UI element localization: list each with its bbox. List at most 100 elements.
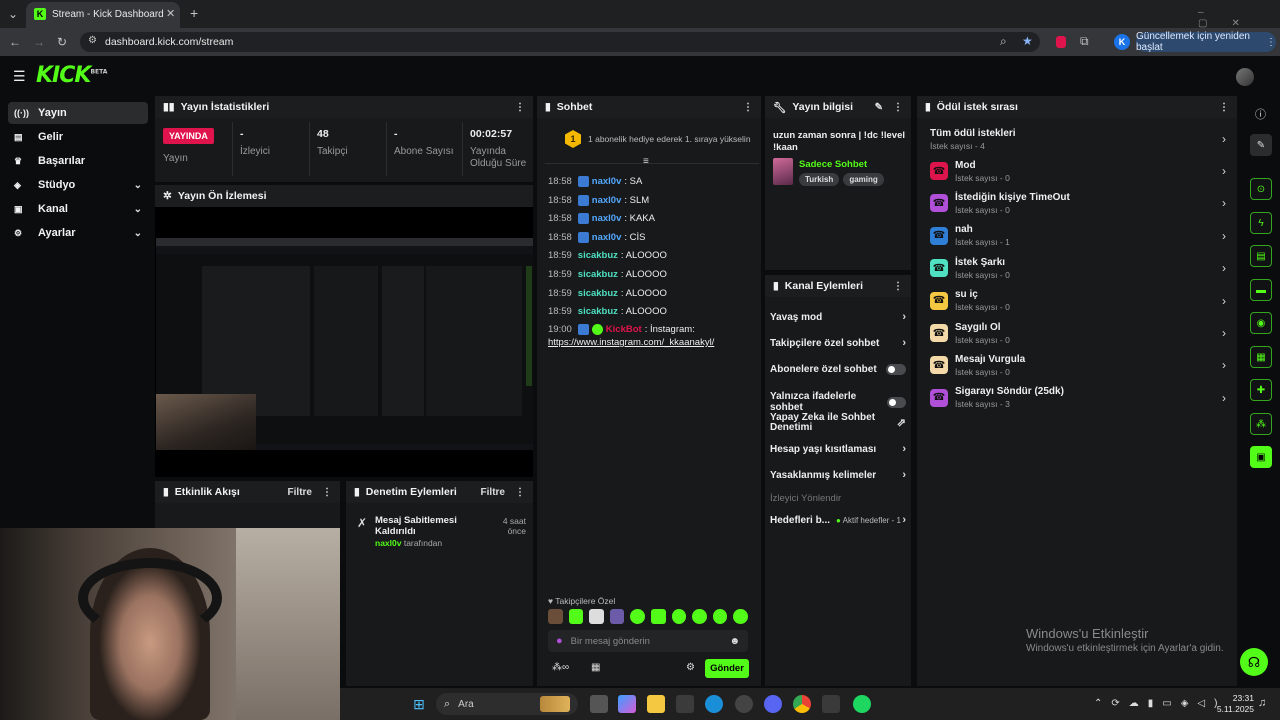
task-view-icon[interactable] xyxy=(590,695,608,713)
more-icon[interactable]: ⋮ xyxy=(515,487,525,498)
all-rewards-row[interactable]: Tüm ödül istekleri İstek sayısı - 4 › xyxy=(930,124,1226,154)
kick-logo[interactable]: KICKBETA xyxy=(36,63,107,88)
channel-action-6[interactable]: Yasaklanmış kelimeler › xyxy=(770,469,906,481)
rail-share-icon[interactable]: ⁂ xyxy=(1250,413,1272,435)
reward-row[interactable]: ☎ İstediğin kişiye TimeOut İstek sayısı - … xyxy=(930,188,1226,218)
channel-action-4[interactable]: Yapay Zeka ile Sohbet Denetimi ⇗ xyxy=(770,413,906,433)
chat-username[interactable]: sicakbuz xyxy=(578,306,618,317)
spotify-icon[interactable] xyxy=(853,695,871,713)
channel-action-3[interactable]: Yalnızca ifadelerle sohbet xyxy=(770,391,906,413)
emote-icon[interactable] xyxy=(548,609,563,624)
zoom-icon[interactable]: ⌕ xyxy=(1000,34,1007,49)
rail-list-icon[interactable]: ▤ xyxy=(1250,245,1272,267)
browser-tab[interactable]: K Stream - Kick Dashboard ✕ xyxy=(26,2,180,28)
taskbar-search[interactable]: ⌕ Ara xyxy=(436,693,578,715)
edit-layout-icon[interactable]: ✎ xyxy=(1250,134,1272,156)
steam-icon[interactable] xyxy=(735,695,753,713)
chat-settings-icon[interactable]: ⚙ xyxy=(686,662,695,673)
reward-row[interactable]: ☎ Sigarayı Söndür (25dk) İstek sayısı - 3 › xyxy=(930,383,1226,413)
info-icon[interactable]: ⓘ xyxy=(1255,106,1266,122)
emoji-icon[interactable]: ☻ xyxy=(729,636,740,647)
moderation-filter-button[interactable]: Filtre xyxy=(481,487,505,498)
emote-icon[interactable] xyxy=(630,609,645,624)
chat-username[interactable]: sicakbuz xyxy=(578,269,618,280)
file-explorer-icon[interactable] xyxy=(647,695,665,713)
chat-username[interactable]: naxl0v xyxy=(592,195,622,206)
more-icon[interactable]: ⋮ xyxy=(743,102,753,113)
rail-chat-icon[interactable]: ▬ xyxy=(1250,279,1272,301)
reward-row[interactable]: ☎ Mesajı Vurgula İstek sayısı - 0 › xyxy=(930,350,1226,380)
new-tab-icon[interactable]: + xyxy=(190,5,198,21)
sidebar-item-0[interactable]: ((·)) Yayın xyxy=(8,102,148,124)
chat-input[interactable]: ● Bir mesaj gönderin ☻ xyxy=(548,630,748,652)
more-icon[interactable]: ⋮ xyxy=(1219,102,1229,113)
rail-game-icon[interactable]: ▣ xyxy=(1250,446,1272,468)
chat-username[interactable]: naxl0v xyxy=(592,213,622,224)
tab-close-icon[interactable]: ✕ xyxy=(166,7,175,20)
hamburger-menu-icon[interactable]: ☰ xyxy=(13,68,26,85)
back-icon[interactable]: ← xyxy=(9,35,21,49)
emote-icon[interactable] xyxy=(650,609,666,624)
rail-broadcast-icon[interactable]: ◉ xyxy=(1250,312,1272,334)
send-button[interactable]: Gönder xyxy=(705,659,749,678)
chat-username[interactable]: naxl0v xyxy=(592,232,622,243)
emote-icon[interactable] xyxy=(712,609,728,624)
channel-action-5[interactable]: Hesap yaşı kısıtlaması › xyxy=(770,443,906,455)
site-info-icon[interactable]: ⚙ xyxy=(88,35,97,46)
chat-link[interactable]: https://www.instagram.com/_kkaanakyl/ xyxy=(548,337,714,348)
reward-row[interactable]: ☎ Mod İstek sayısı - 0 › xyxy=(930,156,1226,186)
emote-icon[interactable] xyxy=(568,609,584,624)
window-controls[interactable]: –▢✕ xyxy=(1198,7,1280,29)
windows-start-icon[interactable]: ⊞ xyxy=(410,695,428,713)
sidebar-item-4[interactable]: ▣ Kanal ⌄ xyxy=(8,198,148,220)
chat-username[interactable]: naxl0v xyxy=(592,176,622,187)
sidebar-item-2[interactable]: ♛ Başarılar xyxy=(8,150,148,172)
tab-list-icon[interactable]: ⌄ xyxy=(8,7,18,21)
help-chat-button[interactable]: ☊ xyxy=(1240,648,1268,676)
pinned-toggle-icon[interactable]: ≡ xyxy=(643,156,649,167)
taskbar-clock[interactable]: 23:31 5.11.2025 xyxy=(1214,693,1254,715)
notifications-icon[interactable]: ♫ xyxy=(1258,697,1266,709)
reward-row[interactable]: ☎ nah İstek sayısı - 1 › xyxy=(930,221,1226,251)
preview-video[interactable] xyxy=(156,238,533,450)
reload-icon[interactable]: ↻ xyxy=(57,35,67,49)
activity-filter-button[interactable]: Filtre xyxy=(288,487,312,498)
discord-icon[interactable] xyxy=(764,695,782,713)
chat-username[interactable]: sicakbuz xyxy=(578,250,618,261)
channel-action-1[interactable]: Takipçilere özel sohbet › xyxy=(770,337,906,349)
reward-row[interactable]: ☎ İstek Şarkı İstek sayısı - 0 › xyxy=(930,253,1226,283)
more-icon[interactable]: ⋮ xyxy=(515,102,525,113)
category-link[interactable]: Sadece Sohbet xyxy=(799,159,867,170)
emote-icon[interactable] xyxy=(589,609,604,624)
chat-username[interactable]: KickBot xyxy=(606,324,642,335)
edit-icon[interactable]: ✎ xyxy=(875,102,883,113)
url-field[interactable]: ⚙ dashboard.kick.com/stream ⌕ ★ xyxy=(80,32,1040,52)
chat-username[interactable]: sicakbuz xyxy=(578,288,618,299)
more-icon[interactable]: ⋮ xyxy=(322,487,332,498)
user-avatar[interactable] xyxy=(1236,68,1254,86)
reward-row[interactable]: ☎ Saygılı Ol İstek sayısı - 0 › xyxy=(930,318,1226,348)
rail-wrench-icon[interactable]: ✚ xyxy=(1250,379,1272,401)
points-icon[interactable]: ⁂∞ xyxy=(552,662,569,673)
profile-avatar[interactable]: K xyxy=(1114,34,1130,50)
store-icon[interactable]: ▦ xyxy=(591,662,600,673)
emote-icon[interactable] xyxy=(692,609,707,624)
rail-lightning-icon[interactable]: ϟ xyxy=(1250,212,1272,234)
update-restart-button[interactable]: Güncellemek için yeniden başlat ⋮ xyxy=(1136,31,1276,53)
reward-row[interactable]: ☎ su iç İstek sayısı - 0 › xyxy=(930,286,1226,316)
extension-icon[interactable] xyxy=(1056,36,1066,48)
copilot-icon[interactable] xyxy=(618,695,636,713)
sidebar-item-3[interactable]: ◈ Stüdyo ⌄ xyxy=(8,174,148,196)
emote-icon[interactable] xyxy=(733,609,748,624)
toggle-switch[interactable] xyxy=(886,396,906,408)
microphone-icon[interactable]: ● xyxy=(556,635,563,647)
edge-icon[interactable] xyxy=(705,695,723,713)
obs-icon[interactable] xyxy=(822,695,840,713)
gift-sub-banner[interactable]: 1 abonelik hediye ederek 1. sıraya yükse… xyxy=(588,134,751,144)
chrome-icon[interactable] xyxy=(793,695,811,713)
system-tray-icons[interactable]: ⌃⟳☁▮▭◈◁) xyxy=(1094,698,1226,709)
sidebar-item-5[interactable]: ⚙ Ayarlar ⌄ xyxy=(8,222,148,244)
channel-action-2[interactable]: Abonelere özel sohbet xyxy=(770,364,906,375)
rail-camera-icon[interactable]: ⊙ xyxy=(1250,178,1272,200)
bookmark-star-icon[interactable]: ★ xyxy=(1022,34,1033,48)
